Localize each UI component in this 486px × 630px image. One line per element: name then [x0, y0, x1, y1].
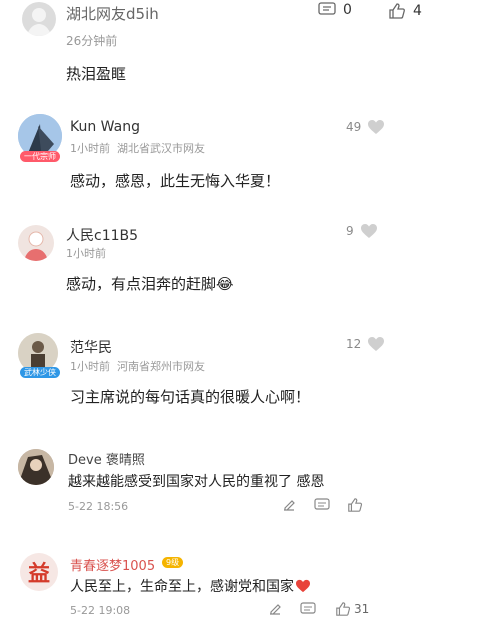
- avatar[interactable]: [18, 225, 54, 261]
- edit-icon[interactable]: [282, 498, 296, 512]
- heart-icon: [360, 224, 377, 238]
- comment-text: 人民至上，生命至上，感谢党和国家: [70, 576, 311, 596]
- comment-icon: [318, 2, 336, 15]
- username[interactable]: 湖北网友d5ih: [66, 3, 159, 24]
- location: 湖北省武汉市网友: [117, 142, 205, 155]
- heart-icon: [368, 120, 385, 134]
- like-button[interactable]: 12: [346, 336, 385, 352]
- heart-icon: [368, 337, 385, 351]
- comment-text: 习主席说的每句话真的很暖人心啊！: [70, 388, 311, 406]
- avatar[interactable]: 益: [20, 553, 58, 591]
- username[interactable]: Kun Wang: [70, 119, 140, 135]
- edit-icon[interactable]: [268, 602, 282, 616]
- vip-badge: 9级: [162, 557, 184, 568]
- timestamp: 26分钟前: [66, 34, 118, 48]
- heart-emoji-icon: [296, 579, 310, 593]
- like-count: 9: [346, 224, 354, 238]
- date: 5-22 18:56: [68, 500, 129, 513]
- avatar-char: 益: [27, 562, 50, 587]
- thumbs-up-icon[interactable]: [347, 497, 363, 513]
- like-count: 12: [346, 337, 362, 351]
- timestamp: 1小时前: [66, 247, 106, 260]
- comment-text: 热泪盈眶: [66, 65, 127, 83]
- timestamp: 1小时前 河南省郑州市网友: [70, 360, 205, 373]
- like-button[interactable]: 4: [388, 2, 422, 20]
- username[interactable]: 人民c11B5: [66, 225, 138, 245]
- avatar[interactable]: [22, 2, 56, 36]
- date: 5-22 19:08: [70, 604, 131, 617]
- comment-count: 0: [343, 2, 352, 18]
- thumbs-up-icon: [336, 602, 351, 616]
- timestamp: 1小时前 湖北省武汉市网友: [70, 142, 205, 155]
- user-level-badge: 武林少侠: [20, 367, 60, 378]
- comment-icon[interactable]: [314, 498, 330, 512]
- username[interactable]: 范华民: [70, 337, 112, 357]
- like-count: 49: [346, 120, 362, 134]
- username[interactable]: Deve 褒晴照: [68, 449, 145, 468]
- reply-button[interactable]: 0: [318, 2, 352, 18]
- like-button[interactable]: 49: [346, 119, 385, 135]
- comment-text: 越来越能感受到国家对人民的重视了 感恩: [68, 474, 325, 490]
- like-count: 31: [354, 602, 370, 616]
- thumbs-up-icon: [389, 3, 405, 19]
- user-level-badge: 一代宗师: [20, 151, 60, 162]
- avatar[interactable]: [18, 449, 54, 485]
- location: 河南省郑州市网友: [117, 360, 205, 373]
- comment-text: 感动，感恩，此生无悔入华夏！: [70, 172, 281, 190]
- like-button[interactable]: 9: [346, 223, 378, 239]
- username[interactable]: 青春逐梦1005: [70, 555, 155, 574]
- comment-icon[interactable]: [300, 602, 316, 616]
- comment-text: 感动，有点泪奔的赶脚😂: [66, 275, 234, 293]
- like-button[interactable]: 31: [335, 601, 369, 617]
- like-count: 4: [413, 3, 422, 19]
